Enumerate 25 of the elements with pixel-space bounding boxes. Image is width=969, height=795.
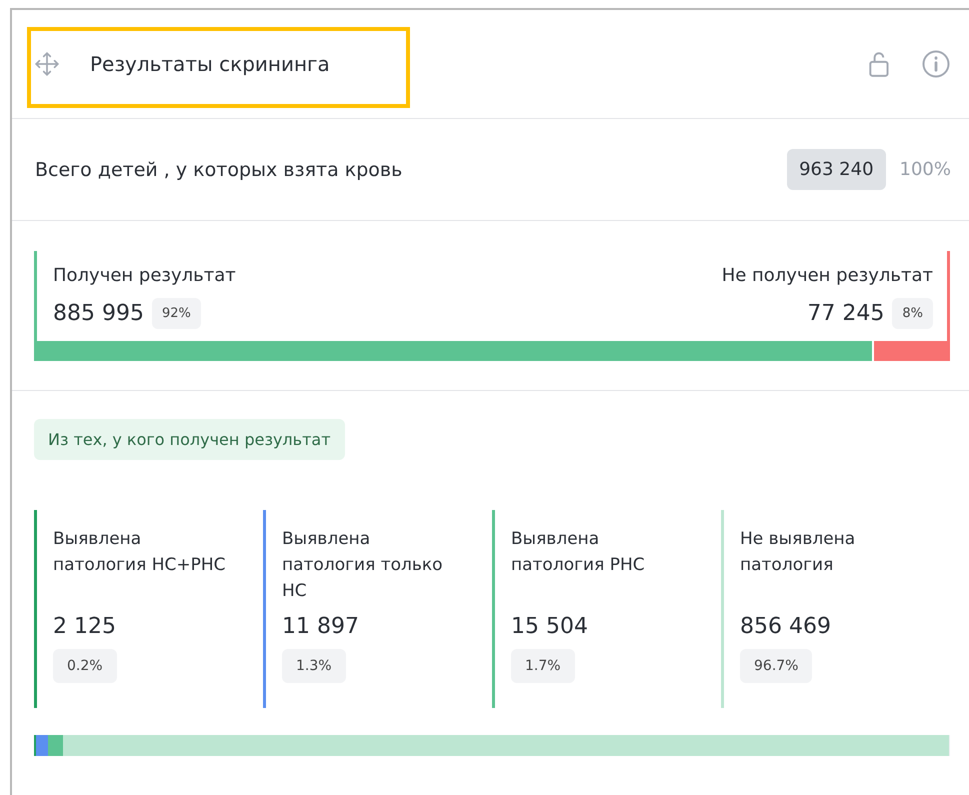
subgroup-label: Из тех, у кого получен результат	[34, 419, 345, 460]
category-count: 15 504	[511, 614, 589, 639]
total-label: Всего детей , у которых взята кровь	[35, 158, 404, 180]
category-label: Выявлена патология НС+РНС	[53, 528, 227, 577]
total-count: 963 240	[787, 149, 886, 190]
result-label: Получен результат	[53, 265, 236, 286]
category-count: 856 469	[740, 614, 832, 639]
info-icon[interactable]	[921, 49, 951, 79]
result-count: 77 245	[807, 301, 884, 326]
category-label: Не выявлена патология	[740, 528, 856, 577]
card-title: Результаты скрининга	[90, 52, 331, 76]
category-label: Выявлена патология только НС	[282, 528, 444, 603]
move-icon[interactable]	[34, 51, 60, 77]
category-percent: 1.3%	[282, 649, 346, 683]
category-percent: 0.2%	[53, 649, 117, 683]
category-percent: 1.7%	[511, 649, 575, 683]
category-count: 2 125	[53, 614, 117, 639]
result-percent: 92%	[152, 298, 201, 329]
category-count: 11 897	[282, 614, 360, 639]
result-label: Не получен результат	[722, 265, 933, 286]
result-percent: 8%	[892, 298, 933, 329]
category-percent: 96.7%	[740, 649, 812, 683]
result-count: 885 995	[53, 301, 144, 326]
category-label: Выявлена патология РНС	[511, 528, 646, 577]
total-percent: 100%	[900, 159, 951, 180]
